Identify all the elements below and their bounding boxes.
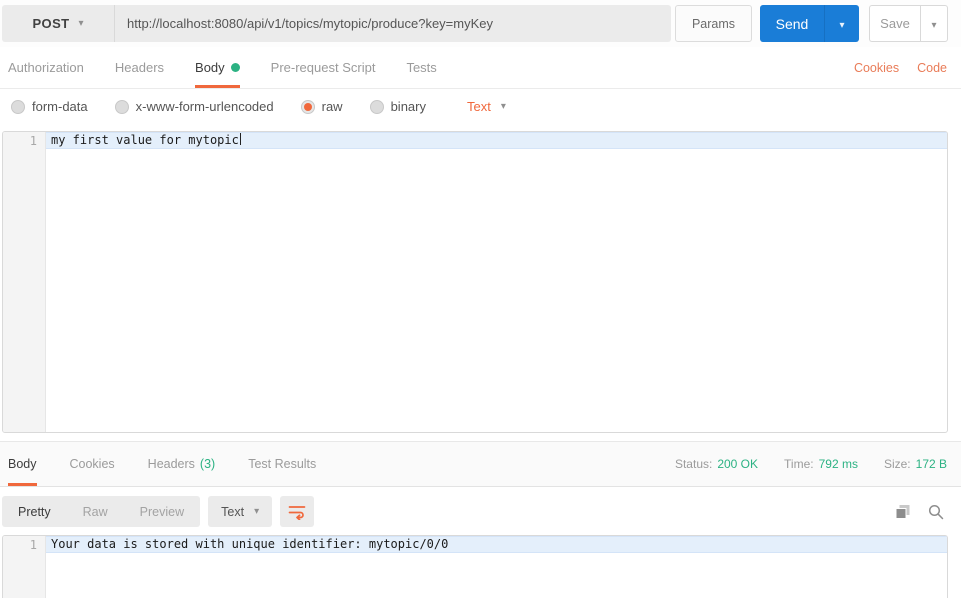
url-group: POST ▾ Params	[2, 5, 752, 42]
response-view-switcher: Pretty Raw Preview	[2, 496, 201, 527]
format-label: Text	[467, 99, 491, 114]
method-dropdown[interactable]: POST ▾	[2, 5, 115, 42]
code-link[interactable]: Code	[917, 61, 947, 75]
radio-label: x-www-form-urlencoded	[135, 99, 274, 114]
size-value: 172 B	[915, 457, 947, 471]
tab-label: Headers	[147, 457, 195, 471]
line-number: 1	[29, 537, 37, 552]
chevron-down-icon: ▾	[500, 100, 506, 112]
format-label: Text	[221, 504, 245, 519]
size-stat: Size: 172 B	[884, 457, 947, 471]
line-number-gutter	[3, 132, 46, 432]
time-value: 792 ms	[818, 457, 858, 471]
line-number: 1	[29, 133, 37, 148]
editor-line-content: Your data is stored with unique identifi…	[46, 536, 947, 553]
params-button[interactable]: Params	[675, 5, 752, 42]
tab-headers[interactable]: Headers	[115, 47, 164, 88]
status-label: Status:	[674, 457, 713, 471]
chevron-down-icon: ▾	[931, 20, 937, 31]
copy-response-button[interactable]	[892, 501, 914, 523]
time-stat: Time: 792 ms	[784, 457, 858, 471]
response-tab-headers[interactable]: Headers (3)	[148, 442, 216, 486]
tab-label: Test Results	[248, 457, 317, 471]
raw-format-dropdown[interactable]: Text ▾	[467, 99, 506, 114]
save-split-button: Save ▾	[869, 5, 948, 42]
tab-tests[interactable]: Tests	[406, 47, 436, 88]
view-pretty-button[interactable]: Pretty	[2, 496, 67, 527]
tab-pre-request-script[interactable]: Pre-request Script	[271, 47, 376, 88]
body-content-indicator-dot	[230, 63, 240, 72]
save-button[interactable]: Save	[869, 5, 920, 42]
chevron-down-icon: ▾	[78, 17, 84, 29]
chevron-down-icon: ▾	[254, 505, 260, 517]
response-tab-cookies[interactable]: Cookies	[70, 442, 115, 486]
save-options-button[interactable]: ▾	[920, 5, 948, 42]
tab-authorization[interactable]: Authorization	[8, 47, 84, 88]
size-label: Size:	[883, 457, 911, 471]
status-stat: Status: 200 OK	[675, 457, 758, 471]
tab-label: Authorization	[8, 60, 84, 75]
tab-label: Tests	[406, 60, 437, 75]
editor-line[interactable]: 1 my first value for mytopic	[3, 132, 947, 149]
response-tab-test-results[interactable]: Test Results	[248, 442, 316, 486]
search-response-button[interactable]	[925, 501, 947, 523]
request-url-bar: POST ▾ Params Send ▾ Save ▾	[0, 0, 961, 47]
send-split-button: Send ▾	[760, 5, 859, 42]
send-button[interactable]: Send	[760, 5, 824, 42]
radio-icon	[114, 99, 129, 114]
view-raw-button[interactable]: Raw	[67, 496, 124, 527]
tab-body[interactable]: Body	[195, 47, 240, 88]
text-cursor	[239, 133, 241, 145]
copy-icon	[895, 504, 910, 519]
radio-raw[interactable]: raw	[300, 99, 343, 114]
method-label: POST	[32, 16, 70, 31]
tab-label: Body	[8, 457, 37, 471]
response-stats: Status: 200 OK Time: 792 ms Size: 172 B	[675, 442, 947, 486]
cookies-link[interactable]: Cookies	[854, 61, 899, 75]
wrap-text-button[interactable]	[280, 496, 315, 527]
chevron-down-icon: ▾	[839, 20, 845, 31]
radio-label: binary	[390, 99, 426, 114]
radio-selected-icon	[300, 99, 315, 114]
radio-icon	[369, 99, 384, 114]
radio-x-www-form-urlencoded[interactable]: x-www-form-urlencoded	[114, 99, 274, 114]
response-body-viewer[interactable]: 1 Your data is stored with unique identi…	[2, 535, 948, 598]
response-tab-body[interactable]: Body	[8, 442, 37, 486]
tab-label: Headers	[114, 60, 165, 75]
request-tab-links: Cookies Code	[854, 47, 947, 88]
wrap-text-icon	[288, 505, 306, 520]
request-tabs: Authorization Headers Body Pre-request S…	[0, 47, 961, 89]
search-icon	[928, 504, 944, 519]
status-value: 200 OK	[717, 457, 759, 471]
send-options-button[interactable]: ▾	[824, 5, 859, 42]
url-input[interactable]	[115, 5, 671, 42]
tab-label: Pre-request Script	[270, 60, 376, 75]
tab-label: Body	[195, 60, 225, 75]
editor-line-content: my first value for mytopic	[46, 132, 947, 149]
radio-label: raw	[321, 99, 343, 114]
response-toolbar: Pretty Raw Preview Text ▾	[0, 495, 961, 528]
radio-form-data[interactable]: form-data	[11, 99, 88, 114]
editor-line[interactable]: 1 Your data is stored with unique identi…	[3, 536, 947, 553]
radio-binary[interactable]: binary	[369, 99, 426, 114]
body-type-selector: form-data x-www-form-urlencoded raw bina…	[0, 89, 961, 124]
headers-count-badge: (3)	[199, 457, 216, 471]
view-preview-button[interactable]: Preview	[124, 496, 200, 527]
request-body-editor[interactable]: 1 my first value for mytopic	[2, 131, 948, 433]
time-label: Time:	[784, 457, 814, 471]
response-format-dropdown[interactable]: Text ▾	[208, 496, 273, 527]
tab-label: Cookies	[69, 457, 115, 471]
response-section-header: Body Cookies Headers (3) Test Results St…	[0, 441, 961, 487]
radio-label: form-data	[32, 99, 88, 114]
radio-icon	[11, 99, 25, 114]
